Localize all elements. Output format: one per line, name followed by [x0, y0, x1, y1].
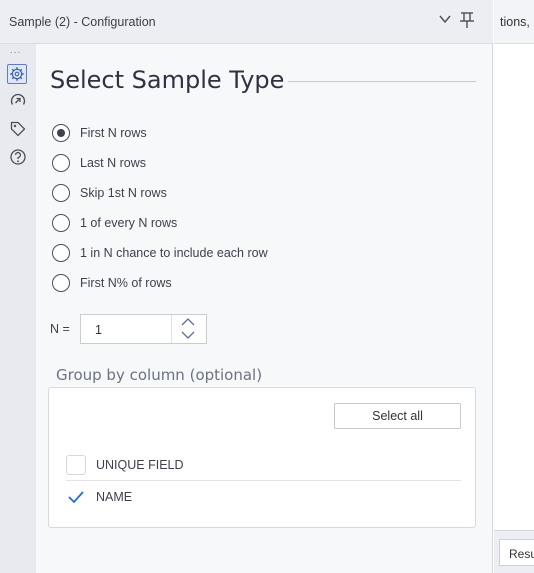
pin-icon[interactable]	[459, 11, 475, 29]
radio-label: 1 in N chance to include each row	[80, 246, 268, 260]
radio-button[interactable]	[52, 214, 70, 232]
configuration-panel: Sample (2) - Configuration ... Select Sa…	[0, 0, 493, 573]
results-tab-label: Resu	[509, 547, 534, 561]
checkbox-name[interactable]	[66, 487, 86, 507]
n-value[interactable]: 1	[95, 323, 102, 337]
chevron-down-icon[interactable]	[180, 330, 196, 340]
rail-overflow[interactable]: ...	[10, 46, 21, 56]
radio-button[interactable]	[52, 274, 70, 292]
n-field-label: N =	[50, 322, 70, 336]
select-all-button[interactable]: Select all	[334, 403, 461, 429]
canvas-toolbar: tions,	[494, 0, 534, 44]
radio-button[interactable]	[52, 244, 70, 262]
tool-icon-rail: ...	[0, 44, 36, 573]
panel-title: Sample (2) - Configuration	[9, 15, 156, 29]
radio-label: Skip 1st N rows	[80, 186, 167, 200]
radio-button[interactable]	[52, 154, 70, 172]
field-label: UNIQUE FIELD	[96, 458, 184, 472]
radio-label: First N rows	[80, 126, 147, 140]
help-icon[interactable]	[9, 148, 27, 166]
radio-label: 1 of every N rows	[80, 216, 178, 230]
navigate-icon[interactable]	[9, 92, 27, 110]
radio-button[interactable]	[52, 124, 70, 142]
tag-icon[interactable]	[9, 120, 27, 138]
heading-divider	[288, 81, 476, 82]
section-heading: Select Sample Type	[50, 66, 285, 94]
radio-button[interactable]	[52, 184, 70, 202]
field-row-name[interactable]: NAME	[66, 482, 461, 512]
configuration-content: Select Sample Type First N rows Last N r…	[36, 44, 492, 573]
n-value-stepper[interactable]: 1	[80, 314, 207, 344]
radio-label: First N% of rows	[80, 276, 172, 290]
panel-titlebar: Sample (2) - Configuration	[0, 0, 493, 44]
radio-label: Last N rows	[80, 156, 146, 170]
chevron-up-icon[interactable]	[180, 317, 196, 327]
gear-icon[interactable]	[7, 64, 27, 84]
results-bar: Resu	[494, 530, 534, 573]
checkmark-icon	[68, 491, 84, 504]
chevron-down-icon[interactable]	[438, 12, 452, 26]
results-tab[interactable]: Resu	[499, 539, 534, 566]
checkbox-unique-field[interactable]	[66, 455, 86, 475]
group-by-column-box: Select all UNIQUE FIELD NAME	[48, 387, 476, 528]
canvas-area: tions, Resu	[494, 0, 534, 573]
field-label: NAME	[96, 490, 133, 504]
canvas-toolbar-text: tions,	[500, 15, 530, 29]
field-row-unique-field[interactable]: UNIQUE FIELD	[66, 450, 461, 481]
group-by-label: Group by column (optional)	[56, 366, 263, 384]
spinner-buttons	[171, 315, 206, 343]
